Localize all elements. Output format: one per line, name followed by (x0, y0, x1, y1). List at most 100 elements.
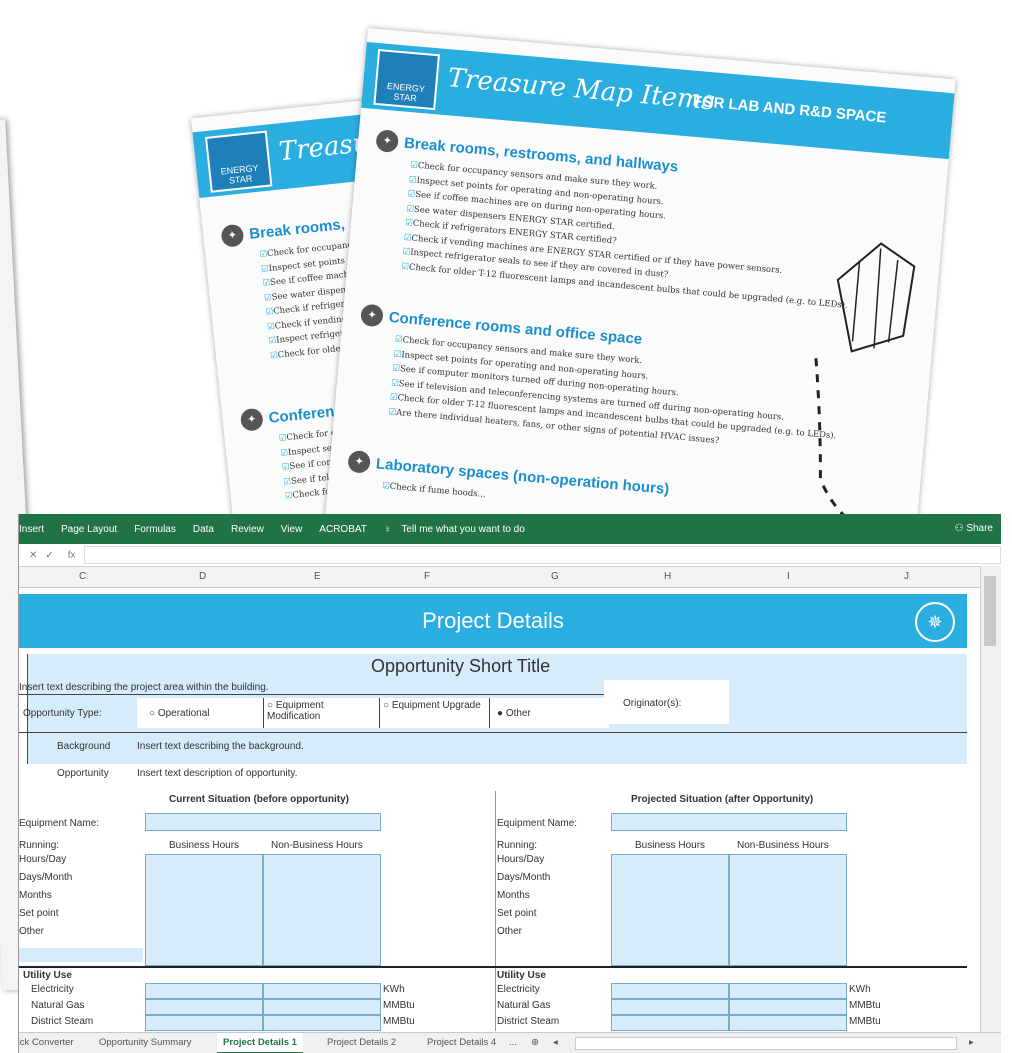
add-sheet-icon[interactable]: ⊕ (531, 1037, 539, 1048)
project-details-banner: Project Details ✵ (19, 594, 967, 648)
front-section-2: ✦Conference rooms and office space Check… (352, 303, 844, 459)
column-header-f[interactable]: F (424, 571, 430, 582)
running-label-left: Running: (19, 840, 60, 851)
running-label-right: Running: (497, 840, 538, 851)
area-description[interactable]: Insert text describing the project area … (19, 682, 269, 693)
formula-input[interactable] (83, 546, 1001, 564)
divider (19, 694, 609, 695)
business-hours-header-left: Business Hours (169, 840, 240, 851)
sheet-tab-project-details-1[interactable]: Project Details 1 (217, 1033, 303, 1053)
utility-unit-label: KWh (849, 984, 871, 995)
business-hours-input-left[interactable] (145, 854, 263, 966)
tab-page-layout[interactable]: Page Layout (61, 524, 117, 535)
running-row-left-label: Other (19, 926, 45, 937)
utility-value-input[interactable] (145, 999, 263, 1015)
utility-value-input[interactable] (729, 983, 847, 999)
running-row-right-label: Days/Month (497, 872, 551, 883)
utility-value-input[interactable] (145, 983, 263, 999)
utility-left-label: Natural Gas (31, 1000, 85, 1011)
background-text[interactable]: Insert text describing the background. (137, 741, 304, 752)
radio-other-selected[interactable]: ● Other (497, 708, 531, 719)
utility-value-input[interactable] (263, 999, 381, 1015)
compass-bullet-icon: ✦ (220, 223, 245, 248)
opportunity-label: Opportunity (57, 768, 109, 779)
current-situation-header: Current Situation (before opportunity) (169, 794, 349, 805)
utility-value-input[interactable] (729, 1015, 847, 1031)
more-sheets-ellipsis[interactable]: ... (509, 1037, 517, 1048)
radio-icon: ○ (383, 700, 392, 711)
back-section-1-title: Break rooms, (248, 215, 346, 243)
utility-value-input[interactable] (611, 983, 729, 999)
sheet-tab-quick-converter[interactable]: Quick Converter (19, 1037, 74, 1048)
sheet-tab-project-details-4[interactable]: Project Details 4 (427, 1037, 496, 1048)
column-header-e[interactable]: E (314, 571, 321, 582)
originator-label: Originator(s): (623, 698, 682, 709)
utility-value-input[interactable] (263, 983, 381, 999)
opportunity-text[interactable]: Insert text description of opportunity. (137, 768, 297, 779)
tab-review[interactable]: Review (231, 524, 264, 535)
equipment-name-label-right: Equipment Name: (497, 818, 578, 829)
utility-value-input[interactable] (145, 1015, 263, 1031)
tab-acrobat[interactable]: ACROBAT (319, 524, 367, 535)
radio-selected-icon: ● (497, 708, 506, 719)
tab-view[interactable]: View (281, 524, 303, 535)
tab-insert[interactable]: Insert (19, 524, 44, 535)
horizontal-scrollbar[interactable] (575, 1037, 957, 1050)
utility-value-input[interactable] (611, 1015, 729, 1031)
tell-me-box[interactable]: Tell me what you want to do (401, 524, 524, 535)
equipment-name-input-left[interactable] (145, 813, 381, 831)
tab-data[interactable]: Data (193, 524, 214, 535)
formula-bar: ✕ ✓ fx (19, 544, 1001, 567)
column-header-g[interactable]: G (551, 571, 559, 582)
scroll-right-icon[interactable]: ▸ (969, 1037, 974, 1048)
cancel-icon[interactable]: ✕ (29, 550, 37, 561)
radio-equipment-upgrade[interactable]: ○ Equipment Upgrade (383, 700, 483, 711)
utility-value-input[interactable] (263, 1015, 381, 1031)
scroll-thumb[interactable] (984, 576, 996, 646)
front-section-1-list: Check for occupancy sensors and make sur… (401, 158, 857, 313)
utility-right-label: Natural Gas (497, 1000, 551, 1011)
lightbulb-icon: ♀ (383, 523, 392, 535)
compass-icon: ✵ (915, 602, 955, 642)
sheet-tab-project-details-2[interactable]: Project Details 2 (327, 1037, 396, 1048)
utility-unit-label: MMBtu (849, 1000, 881, 1011)
column-header-d[interactable]: D (199, 571, 206, 582)
column-header-i[interactable]: I (787, 571, 790, 582)
column-header-h[interactable]: H (664, 571, 671, 582)
utility-left-label: Electricity (31, 984, 74, 995)
business-hours-input-right[interactable] (611, 854, 729, 966)
tab-scroll-left-icon[interactable]: ◂ (553, 1037, 558, 1048)
tab-formulas[interactable]: Formulas (134, 524, 176, 535)
utility-value-input[interactable] (611, 999, 729, 1015)
non-business-hours-input-left[interactable] (263, 854, 381, 966)
running-row-left-label: Months (19, 890, 52, 901)
selected-row-highlight (19, 948, 143, 962)
column-header-c[interactable]: C (79, 571, 86, 582)
running-row-right-label: Hours/Day (497, 854, 545, 865)
front-section-3: ✦ Laboratory spaces (non-operation hours)… (346, 449, 671, 518)
vertical-scrollbar[interactable] (980, 566, 1001, 1032)
share-button[interactable]: ⚇ Share (955, 523, 993, 534)
radio-icon: ○ (267, 700, 276, 711)
sheet-tab-opportunity-summary[interactable]: Opportunity Summary (99, 1037, 191, 1048)
non-business-hours-header-left: Non-Business Hours (271, 840, 363, 851)
equipment-name-input-right[interactable] (611, 813, 847, 831)
compass-bullet-icon: ✦ (347, 449, 372, 474)
business-hours-header-right: Business Hours (635, 840, 706, 851)
background-label: Background (57, 741, 111, 752)
enter-icon[interactable]: ✓ (45, 550, 53, 561)
non-business-hours-input-right[interactable] (729, 854, 847, 966)
excel-window: Insert Page Layout Formulas Data Review … (18, 514, 1001, 1053)
divider (19, 732, 967, 733)
column-header-j[interactable]: J (904, 571, 909, 582)
fx-label[interactable]: fx (68, 550, 76, 561)
radio-operational[interactable]: ○ Operational (149, 708, 210, 719)
opportunity-short-title[interactable]: Opportunity Short Title (371, 656, 550, 677)
section-divider (495, 791, 496, 1031)
person-icon: ⚇ (954, 523, 967, 534)
divider (489, 698, 490, 728)
radio-equipment-modification[interactable]: ○ Equipment Modification (267, 700, 367, 722)
utility-value-input[interactable] (729, 999, 847, 1015)
non-business-hours-header-right: Non-Business Hours (737, 840, 829, 851)
projected-situation-header: Projected Situation (after Opportunity) (631, 794, 814, 805)
